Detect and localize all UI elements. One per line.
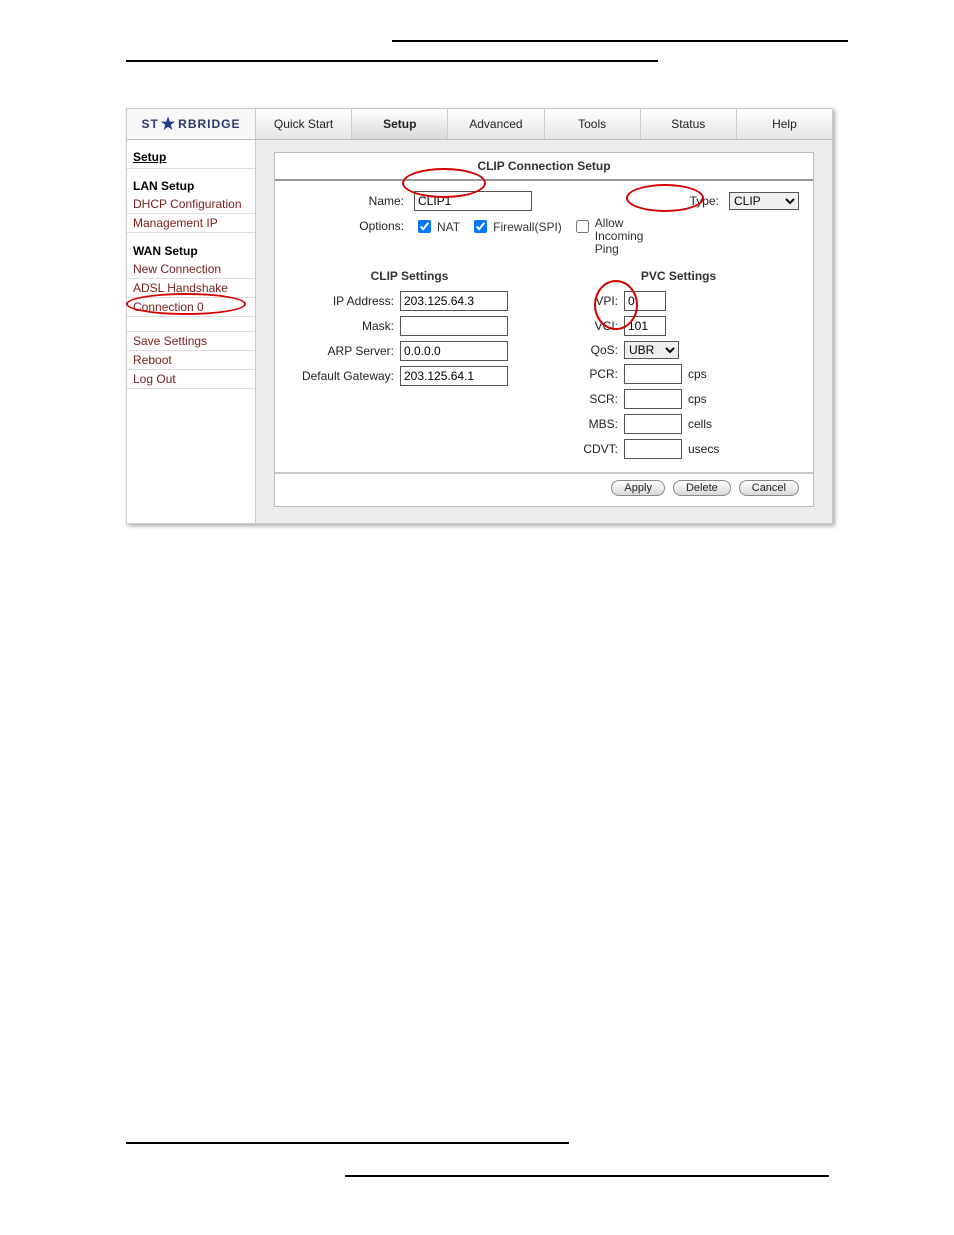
nat-label: NAT (437, 220, 460, 234)
type-select[interactable]: CLIP (729, 192, 799, 210)
cdvt-label: CDVT: (558, 442, 618, 456)
sidebar: Setup LAN Setup DHCP Configuration Manag… (127, 140, 256, 523)
tab-status[interactable]: Status (641, 109, 737, 139)
tab-tools[interactable]: Tools (545, 109, 641, 139)
type-label: Type: (690, 194, 719, 208)
allow-ping-checkbox[interactable] (576, 220, 589, 233)
content-area: CLIP Connection Setup Name: Type: CLIP O… (256, 140, 832, 523)
vpi-input[interactable] (624, 291, 666, 311)
ip-label: IP Address: (289, 294, 394, 308)
scr-input[interactable] (624, 389, 682, 409)
vci-label: VCI: (558, 319, 618, 333)
allow-ping-label: Allow Incoming Ping (595, 217, 644, 257)
clip-settings-title: CLIP Settings (289, 269, 530, 283)
clip-settings-column: CLIP Settings IP Address: Mask: ARP Serv… (289, 269, 530, 464)
sidebar-item-connection-0[interactable]: Connection 0 (127, 298, 255, 317)
button-bar: Apply Delete Cancel (275, 472, 813, 496)
logo-text-left: ST (141, 117, 158, 131)
cdvt-input[interactable] (624, 439, 682, 459)
panel-title: CLIP Connection Setup (275, 153, 813, 181)
top-bar: ST ★ RBRIDGE Quick Start Setup Advanced … (127, 109, 832, 140)
tab-setup[interactable]: Setup (352, 109, 448, 139)
arp-input[interactable] (400, 341, 508, 361)
pcr-input[interactable] (624, 364, 682, 384)
cancel-button[interactable]: Cancel (739, 480, 799, 496)
sidebar-title: Setup (127, 146, 255, 168)
nat-checkbox[interactable] (418, 220, 431, 233)
apply-button[interactable]: Apply (611, 480, 665, 496)
qos-label: QoS: (558, 343, 618, 357)
sidebar-item-adsl-handshake[interactable]: ADSL Handshake (127, 279, 255, 298)
arp-label: ARP Server: (289, 344, 394, 358)
pvc-settings-title: PVC Settings (558, 269, 799, 283)
sidebar-heading-wan: WAN Setup (127, 233, 255, 260)
scr-unit: cps (688, 392, 707, 406)
pcr-unit: cps (688, 367, 707, 381)
pvc-settings-column: PVC Settings VPI: VCI: QoS: (558, 269, 799, 464)
sidebar-item-save-settings[interactable]: Save Settings (127, 331, 255, 351)
router-admin-window: ST ★ RBRIDGE Quick Start Setup Advanced … (126, 108, 833, 524)
ip-input[interactable] (400, 291, 508, 311)
logo: ST ★ RBRIDGE (127, 109, 256, 139)
qos-select[interactable]: UBR (624, 341, 679, 359)
firewall-checkbox[interactable] (474, 220, 487, 233)
tab-help[interactable]: Help (737, 109, 832, 139)
mask-label: Mask: (289, 319, 394, 333)
pcr-label: PCR: (558, 367, 618, 381)
delete-button[interactable]: Delete (673, 480, 731, 496)
connection-setup-panel: CLIP Connection Setup Name: Type: CLIP O… (274, 152, 814, 507)
options-label: Options: (289, 217, 404, 233)
sidebar-item-new-connection[interactable]: New Connection (127, 260, 255, 279)
firewall-label: Firewall(SPI) (493, 220, 562, 234)
sidebar-item-dhcp[interactable]: DHCP Configuration (127, 195, 255, 214)
tab-quick-start[interactable]: Quick Start (256, 109, 352, 139)
firewall-option[interactable]: Firewall(SPI) (470, 217, 562, 236)
name-label: Name: (289, 194, 404, 208)
sidebar-heading-lan: LAN Setup (127, 168, 255, 195)
mbs-label: MBS: (558, 417, 618, 431)
allow-ping-option[interactable]: Allow Incoming Ping (572, 217, 644, 257)
mask-input[interactable] (400, 316, 508, 336)
main-tabs: Quick Start Setup Advanced Tools Status … (256, 109, 832, 139)
sidebar-item-reboot[interactable]: Reboot (127, 351, 255, 370)
gw-label: Default Gateway: (289, 369, 394, 383)
cdvt-unit: usecs (688, 442, 719, 456)
vci-input[interactable] (624, 316, 666, 336)
tab-advanced[interactable]: Advanced (448, 109, 544, 139)
mbs-input[interactable] (624, 414, 682, 434)
nat-option[interactable]: NAT (414, 217, 460, 236)
logo-text-right: RBRIDGE (178, 117, 240, 131)
mbs-unit: cells (688, 417, 712, 431)
scr-label: SCR: (558, 392, 618, 406)
star-icon: ★ (161, 114, 176, 134)
sidebar-item-mgmt-ip[interactable]: Management IP (127, 214, 255, 233)
sidebar-item-log-out[interactable]: Log Out (127, 370, 255, 389)
vpi-label: VPI: (558, 294, 618, 308)
name-input[interactable] (414, 191, 532, 211)
gw-input[interactable] (400, 366, 508, 386)
